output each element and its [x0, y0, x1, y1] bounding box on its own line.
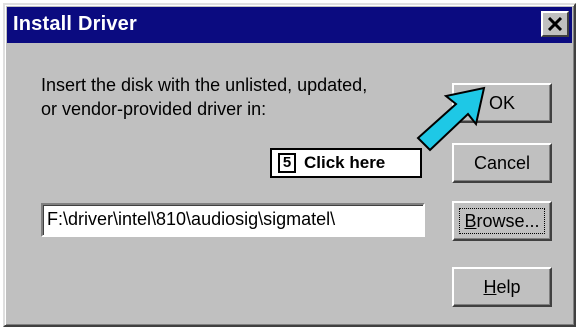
arrow-shape	[416, 86, 486, 152]
callout-text: Click here	[304, 153, 386, 172]
help-button[interactable]: Help	[452, 267, 552, 307]
instruction-line-1: Insert the disk with the unlisted, updat…	[41, 75, 368, 95]
help-label: Help	[483, 277, 520, 297]
instruction-text: Insert the disk with the unlisted, updat…	[41, 73, 451, 121]
close-icon	[547, 17, 563, 31]
title-bar[interactable]: Install Driver	[7, 7, 572, 43]
driver-path-input[interactable]: F:\driver\intel\810\audiosig\sigmatel\	[41, 203, 425, 237]
browse-accelerator: B	[464, 211, 477, 231]
instruction-line-2: or vendor-provided driver in:	[41, 99, 267, 119]
browse-button[interactable]: Browse...	[452, 201, 552, 241]
step-number-badge: 5	[278, 153, 296, 173]
help-label-rest: elp	[496, 277, 521, 297]
pointer-arrow-icon	[416, 86, 486, 152]
browse-label-rest: rowse...	[476, 211, 540, 231]
browse-label: Browse...	[464, 211, 539, 231]
help-accelerator: H	[483, 277, 497, 297]
close-button[interactable]	[541, 11, 569, 37]
window-title: Install Driver	[13, 13, 137, 35]
